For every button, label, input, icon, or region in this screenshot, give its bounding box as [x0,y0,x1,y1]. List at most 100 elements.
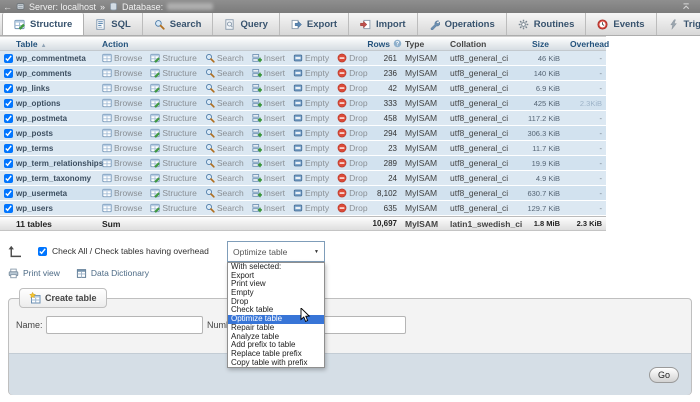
structure-action-link[interactable]: Structure [150,143,197,153]
structure-action-link[interactable]: Structure [150,68,197,78]
tab-export[interactable]: Export [280,13,349,35]
table-name-link[interactable]: wp_links [16,84,102,93]
tab-operations[interactable]: Operations [418,13,507,35]
table-name-link[interactable]: wp_terms [16,144,102,153]
empty-action-link[interactable]: Empty [293,53,329,63]
browse-action-link[interactable]: Browse [102,53,142,63]
row-checkbox[interactable] [4,99,13,108]
empty-action-link[interactable]: Empty [293,188,329,198]
column-header-rows[interactable]: Rows? [330,39,402,49]
collapse-top-icon[interactable] [682,2,691,11]
print-view-link[interactable]: Print view [23,268,60,278]
row-checkbox[interactable] [4,189,13,198]
browse-action-link[interactable]: Browse [102,173,142,183]
search-action-link[interactable]: Search [205,68,244,78]
insert-action-link[interactable]: Insert [252,173,285,183]
table-name-input[interactable] [46,316,203,334]
search-action-link[interactable]: Search [205,158,244,168]
insert-action-link[interactable]: Insert [252,128,285,138]
empty-action-link[interactable]: Empty [293,143,329,153]
structure-action-link[interactable]: Structure [150,113,197,123]
row-checkbox[interactable] [4,129,13,138]
empty-action-link[interactable]: Empty [293,98,329,108]
empty-action-link[interactable]: Empty [293,83,329,93]
column-header-table[interactable]: Table▲ [16,39,102,49]
table-name-link[interactable]: wp_comments [16,69,102,78]
browse-action-link[interactable]: Browse [102,113,142,123]
row-checkbox[interactable] [4,84,13,93]
column-header-overhead[interactable]: Overhead [562,39,606,49]
row-checkbox[interactable] [4,174,13,183]
row-checkbox[interactable] [4,204,13,213]
table-name-link[interactable]: wp_options [16,99,102,108]
insert-action-link[interactable]: Insert [252,203,285,213]
tab-query[interactable]: Query [213,13,279,35]
structure-action-link[interactable]: Structure [150,98,197,108]
search-action-link[interactable]: Search [205,173,244,183]
table-name-link[interactable]: wp_postmeta [16,114,102,123]
row-checkbox[interactable] [4,144,13,153]
column-header-collation[interactable]: Collation [448,39,526,49]
structure-action-link[interactable]: Structure [150,188,197,198]
browse-action-link[interactable]: Browse [102,158,142,168]
empty-action-link[interactable]: Empty [293,113,329,123]
browse-action-link[interactable]: Browse [102,83,142,93]
insert-action-link[interactable]: Insert [252,113,285,123]
table-name-link[interactable]: wp_commentmeta [16,54,102,63]
tab-triggers[interactable]: Triggers [657,13,700,35]
tab-search[interactable]: Search [143,13,214,35]
tab-import[interactable]: Import [349,13,418,35]
insert-action-link[interactable]: Insert [252,188,285,198]
back-arrow-icon[interactable]: ← [3,2,12,12]
tab-events[interactable]: Events [586,13,656,35]
browse-action-link[interactable]: Browse [102,143,142,153]
check-all-label[interactable]: Check All / Check tables having overhead [52,246,209,256]
browse-action-link[interactable]: Browse [102,128,142,138]
search-action-link[interactable]: Search [205,143,244,153]
search-action-link[interactable]: Search [205,98,244,108]
table-name-link[interactable]: wp_posts [16,129,102,138]
go-button[interactable]: Go [649,367,679,383]
search-action-link[interactable]: Search [205,128,244,138]
structure-action-link[interactable]: Structure [150,173,197,183]
table-name-link[interactable]: wp_users [16,204,102,213]
browse-action-link[interactable]: Browse [102,188,142,198]
tab-sql[interactable]: SQL [84,13,143,35]
row-checkbox[interactable] [4,159,13,168]
insert-action-link[interactable]: Insert [252,143,285,153]
empty-action-link[interactable]: Empty [293,68,329,78]
dropdown-option[interactable]: Copy table with prefix [228,359,324,368]
browse-action-link[interactable]: Browse [102,203,142,213]
insert-action-link[interactable]: Insert [252,158,285,168]
search-action-link[interactable]: Search [205,188,244,198]
with-selected-dropdown[interactable]: Optimize table ▼ [227,241,325,262]
tab-structure[interactable]: Structure [2,13,84,35]
insert-action-link[interactable]: Insert [252,98,285,108]
breadcrumb-server[interactable]: Server: localhost [29,2,96,12]
insert-action-link[interactable]: Insert [252,83,285,93]
column-header-size[interactable]: Size [526,39,562,49]
table-name-link[interactable]: wp_usermeta [16,189,102,198]
insert-action-link[interactable]: Insert [252,53,285,63]
breadcrumb-database[interactable]: Database: [122,2,163,12]
search-action-link[interactable]: Search [205,53,244,63]
search-action-link[interactable]: Search [205,203,244,213]
empty-action-link[interactable]: Empty [293,158,329,168]
data-dictionary-link[interactable]: Data Dictionary [91,268,149,278]
row-checkbox[interactable] [4,54,13,63]
row-checkbox[interactable] [4,69,13,78]
row-checkbox[interactable] [4,114,13,123]
empty-action-link[interactable]: Empty [293,173,329,183]
column-header-type[interactable]: Type [402,39,448,49]
structure-action-link[interactable]: Structure [150,83,197,93]
empty-action-link[interactable]: Empty [293,203,329,213]
browse-action-link[interactable]: Browse [102,98,142,108]
empty-action-link[interactable]: Empty [293,128,329,138]
insert-action-link[interactable]: Insert [252,68,285,78]
structure-action-link[interactable]: Structure [150,128,197,138]
search-action-link[interactable]: Search [205,113,244,123]
structure-action-link[interactable]: Structure [150,53,197,63]
tab-routines[interactable]: Routines [507,13,587,35]
structure-action-link[interactable]: Structure [150,203,197,213]
structure-action-link[interactable]: Structure [150,158,197,168]
